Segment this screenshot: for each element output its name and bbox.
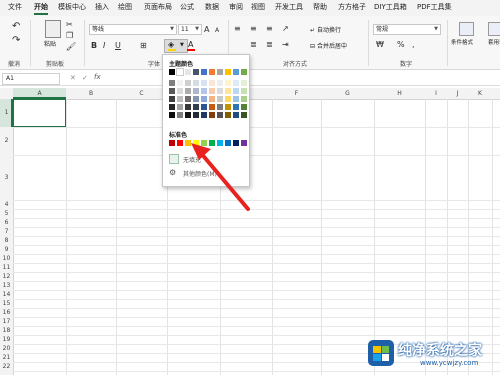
arrow-head <box>191 143 211 160</box>
logo-quad <box>373 354 381 361</box>
logo-quad <box>373 346 381 353</box>
watermark-logo <box>368 340 394 366</box>
arrow-shaft <box>198 150 250 211</box>
logo-quad <box>382 346 389 353</box>
logo-quad <box>382 354 389 361</box>
watermark-brand: 纯净系统之家 <box>398 343 482 359</box>
annotation-arrow <box>191 143 250 211</box>
watermark-url: www.ycwjzy.com <box>420 359 479 367</box>
